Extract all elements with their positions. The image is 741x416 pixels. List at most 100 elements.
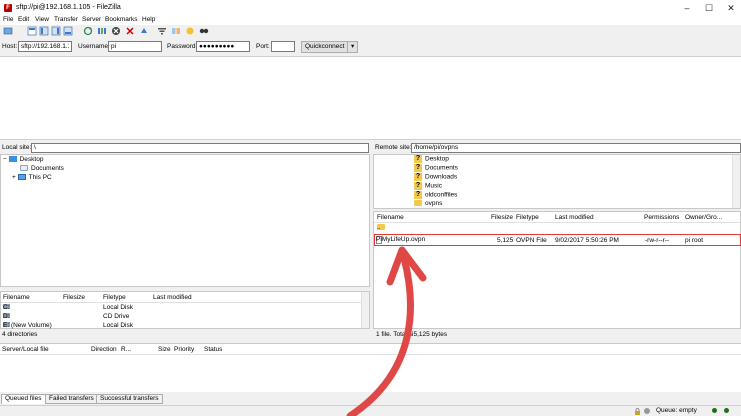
tree-item-documents[interactable]: Documents	[20, 165, 64, 172]
remote-list-header: Filename Filesize Filetype Last modified…	[374, 212, 740, 223]
question-folder-icon: ?	[414, 182, 422, 190]
tree-item-this-pc[interactable]: + This PC	[12, 174, 52, 181]
column-filename[interactable]: Filename	[377, 214, 404, 221]
expand-icon[interactable]: +	[12, 174, 16, 181]
parent-directory-row[interactable]: ..	[374, 224, 740, 233]
compare-icon[interactable]	[171, 26, 181, 36]
remote-site-label: Remote site:	[375, 144, 412, 151]
menu-transfer[interactable]: Transfer	[54, 16, 78, 23]
tab-successful-transfers[interactable]: Successful transfers	[96, 394, 163, 404]
remote-file-list: Filename Filesize Filetype Last modified…	[373, 211, 741, 329]
filter-icon[interactable]	[157, 26, 167, 36]
column-filetype[interactable]: Filetype	[103, 294, 126, 301]
local-site-label: Local site:	[2, 144, 32, 151]
column-filetype[interactable]: Filetype	[516, 214, 539, 221]
collapse-icon[interactable]: −	[3, 156, 7, 163]
column-priority[interactable]: Priority	[174, 346, 194, 353]
file-modified: 9/02/2017 5:50:26 PM	[555, 237, 619, 244]
toggle-local-tree-icon[interactable]	[39, 26, 49, 36]
tree-item-oldconffiles[interactable]: ? oldconffiles	[414, 191, 457, 199]
tab-queued-files[interactable]: Queued files	[1, 394, 46, 404]
local-tree: − Desktop Documents + This PC	[0, 154, 370, 287]
disconnect-icon[interactable]	[125, 26, 135, 36]
column-filesize[interactable]: Filesize	[491, 214, 513, 221]
filezilla-icon: F	[4, 4, 12, 12]
remote-tree: ? Desktop ? Documents ? Downloads ? Music ? o…	[373, 154, 741, 209]
site-manager-icon[interactable]	[3, 26, 13, 36]
tree-item-desktop[interactable]: − Desktop	[3, 156, 43, 163]
password-label: Password:	[167, 43, 198, 50]
column-size[interactable]: Size	[158, 346, 171, 353]
question-folder-icon: ?	[414, 191, 422, 199]
password-input[interactable]	[196, 41, 250, 52]
list-item[interactable]: E: (New Volume) Local Disk	[1, 322, 369, 329]
column-direction[interactable]: Direction	[91, 346, 117, 353]
column-status[interactable]: Status	[204, 346, 222, 353]
pc-icon	[17, 174, 26, 181]
local-list-scrollbar[interactable]	[361, 292, 369, 328]
search-icon[interactable]	[199, 26, 209, 36]
menu-edit[interactable]: Edit	[18, 16, 29, 23]
column-permissions[interactable]: Permissions	[644, 214, 679, 221]
column-server-local-file[interactable]: Server/Local file	[2, 346, 49, 353]
menu-file[interactable]: File	[3, 16, 13, 23]
list-item[interactable]: D: CD Drive	[1, 313, 369, 322]
download-indicator-icon	[724, 408, 729, 413]
toolbar	[0, 25, 741, 38]
remote-status: 1 file. Total si5,125 bytes	[376, 331, 448, 338]
folder-icon	[414, 200, 422, 207]
file-owner: pi root	[685, 237, 704, 244]
remote-tree-scrollbar[interactable]	[732, 155, 740, 208]
menu-bookmarks[interactable]: Bookmarks	[105, 16, 138, 23]
lock-icon	[635, 408, 640, 415]
column-last-modified[interactable]: Last modified	[153, 294, 192, 301]
queue-status: Queue: empty	[656, 407, 697, 414]
maximize-button[interactable]: ☐	[702, 3, 716, 13]
remote-site-bar: Remote site: /home/pi/ovpns	[373, 143, 741, 153]
toggle-queue-icon[interactable]	[63, 26, 73, 36]
tree-item-downloads[interactable]: ? Downloads	[414, 173, 457, 181]
reconnect-icon[interactable]	[139, 26, 149, 36]
question-folder-icon: ?	[414, 173, 422, 181]
process-queue-icon[interactable]	[97, 26, 107, 36]
toggle-log-icon[interactable]	[27, 26, 37, 36]
remote-site-path-input[interactable]: /home/pi/ovpns	[411, 143, 741, 153]
question-folder-icon: ?	[414, 155, 422, 163]
minimize-button[interactable]: –	[680, 3, 694, 13]
port-input[interactable]	[271, 41, 295, 52]
column-remote-file[interactable]: R...	[121, 346, 131, 353]
host-input[interactable]	[18, 41, 72, 52]
documents-icon	[20, 165, 28, 172]
port-label: Port:	[256, 43, 270, 50]
title-bar: F sftp://pi@192.168.1.105 - FileZilla – …	[0, 0, 741, 16]
file-type: OVPN File	[516, 237, 547, 244]
tree-item-desktop[interactable]: ? Desktop	[414, 155, 449, 163]
quickconnect-bar: Host: Username: Password: Port: Quickcon…	[0, 40, 741, 54]
menu-help[interactable]: Help	[142, 16, 155, 23]
tree-item-documents[interactable]: ? Documents	[414, 164, 458, 172]
menu-server[interactable]: Server	[82, 16, 101, 23]
cancel-icon[interactable]	[111, 26, 121, 36]
tab-failed-transfers[interactable]: Failed transfers	[45, 394, 98, 404]
local-site-bar: Local site: \	[0, 143, 370, 153]
tree-item-music[interactable]: ? Music	[414, 182, 442, 190]
menu-view[interactable]: View	[35, 16, 49, 23]
column-last-modified[interactable]: Last modified	[555, 214, 594, 221]
quickconnect-button[interactable]: Quickconnect	[301, 41, 349, 53]
table-row[interactable]: PiMyLifeUp.ovpn 5,125 OVPN File 9/02/201…	[374, 234, 741, 246]
column-filesize[interactable]: Filesize	[63, 294, 85, 301]
column-owner-group[interactable]: Owner/Gro...	[685, 214, 722, 221]
column-filename[interactable]: Filename	[3, 294, 30, 301]
file-name: PiMyLifeUp.ovpn	[376, 236, 426, 243]
close-button[interactable]: ✕	[724, 3, 738, 13]
question-folder-icon: ?	[414, 164, 422, 172]
username-input[interactable]	[108, 41, 162, 52]
local-site-path-input[interactable]: \	[31, 143, 369, 153]
quickconnect-dropdown-button[interactable]: ▾	[347, 41, 359, 53]
refresh-icon[interactable]	[83, 26, 93, 36]
tree-item-ovpns[interactable]: ovpns	[414, 200, 442, 207]
list-item[interactable]: C: Local Disk	[1, 304, 369, 313]
toggle-remote-tree-icon[interactable]	[51, 26, 61, 36]
sync-browse-icon[interactable]	[185, 26, 195, 36]
desktop-icon	[8, 156, 17, 163]
